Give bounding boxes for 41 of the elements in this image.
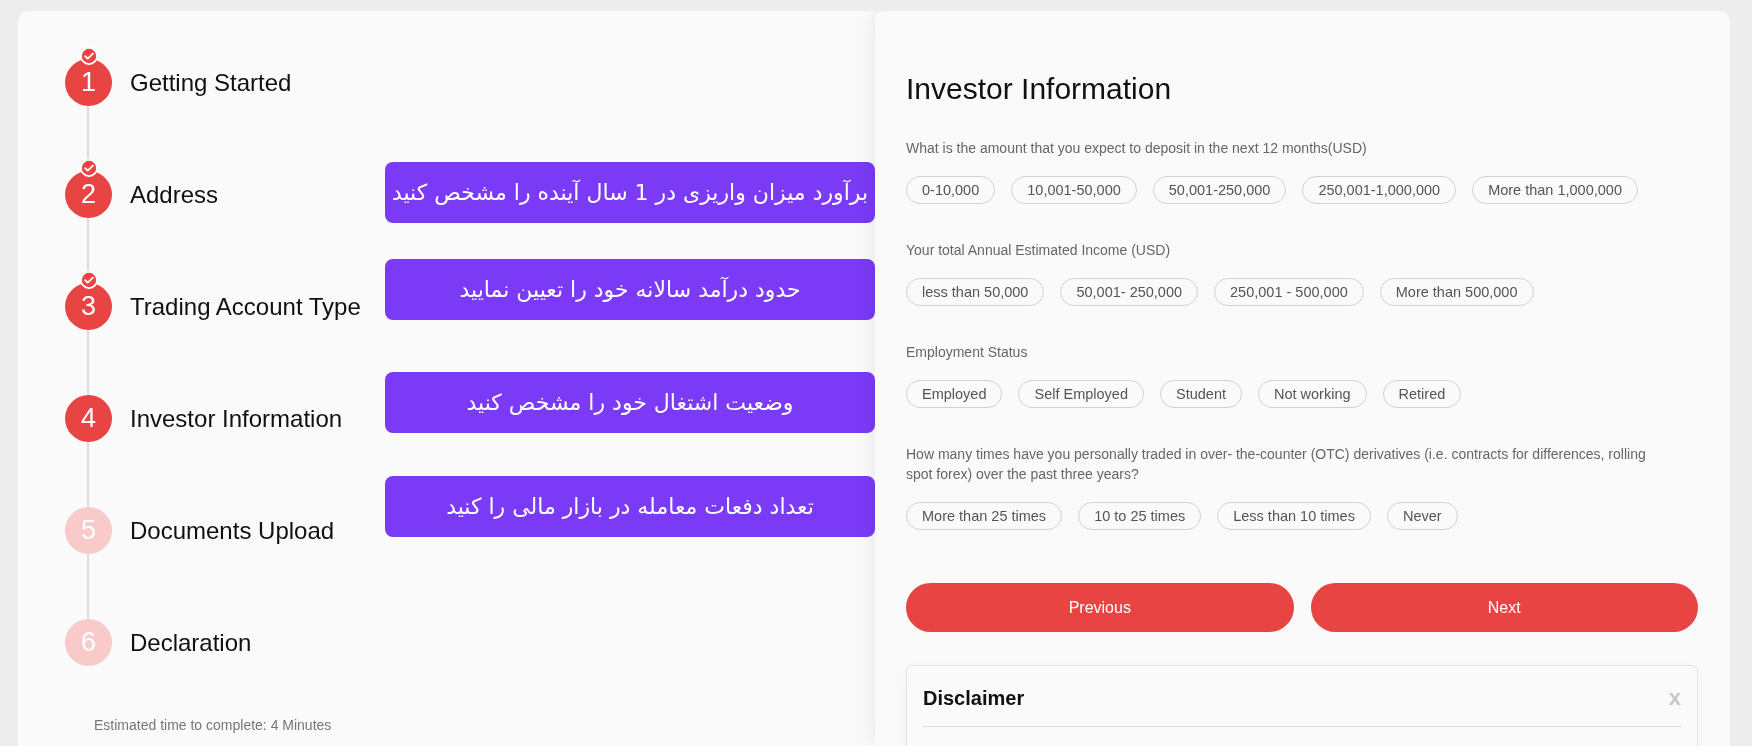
step-label: Getting Started — [130, 68, 292, 97]
option-chip[interactable]: Not working — [1258, 380, 1367, 408]
option-chip[interactable]: Self Employed — [1018, 380, 1144, 408]
previous-button[interactable]: Previous — [906, 583, 1294, 632]
option-chip[interactable]: More than 25 times — [906, 502, 1063, 530]
option-chip[interactable]: More than 500,000 — [1379, 278, 1534, 306]
step-label: Documents Upload — [130, 516, 335, 545]
annotation-banner: وضعیت اشتغال خود را مشخص کنید — [385, 372, 875, 433]
annotation-banner: تعداد دفعات معامله در بازار مالی را کنید — [385, 476, 875, 537]
option-chip[interactable]: less than 50,000 — [906, 278, 1045, 306]
question-label: Employment Status — [906, 343, 1029, 362]
annotation-banner: حدود درآمد سالانه خود را تعیین نمایید — [385, 259, 875, 320]
option-chip[interactable]: 10,001-50,000 — [1011, 176, 1137, 204]
step-label: Investor Information — [130, 404, 343, 433]
option-chip[interactable]: 0-10,000 — [906, 176, 996, 204]
option-chip[interactable]: More than 1,000,000 — [1472, 176, 1638, 204]
step-label: Declaration — [130, 628, 252, 657]
option-chip[interactable]: Retired — [1382, 380, 1462, 408]
option-chip[interactable]: 50,001- 250,000 — [1060, 278, 1199, 306]
question-label: Your total Annual Estimated Income (USD) — [906, 241, 1172, 260]
option-chip[interactable]: Employed — [906, 380, 1003, 408]
step-circle: 2 — [65, 171, 112, 218]
step-circle: 4 — [65, 395, 112, 442]
option-chip[interactable]: 10 to 25 times — [1078, 502, 1202, 530]
option-chip[interactable]: Never — [1386, 502, 1458, 530]
disclaimer-title: Disclaimer — [923, 686, 1025, 710]
step-label: Trading Account Type — [130, 292, 361, 321]
option-chip[interactable]: Student — [1160, 380, 1242, 408]
question-label: How many times have you personally traded in over- the-counter (OTC) derivatives (i.e. contracts for differences, rolling spot forex) over the past three years? — [906, 445, 1647, 484]
step-circle: 1 — [65, 59, 112, 106]
option-chip[interactable]: Less than 10 times — [1217, 502, 1371, 530]
step-label: Address — [130, 180, 219, 209]
option-chip[interactable]: 250,001-1,000,000 — [1302, 176, 1457, 204]
option-chip[interactable]: 250,001 - 500,000 — [1214, 278, 1364, 306]
form-title: Investor Information — [906, 71, 1173, 107]
option-chip[interactable]: 50,001-250,000 — [1152, 176, 1287, 204]
question-label: What is the amount that you expect to deposit in the next 12 months(USD) — [906, 139, 1368, 158]
next-button[interactable]: Next — [1310, 583, 1698, 632]
step-circle: 3 — [65, 283, 112, 330]
estimated-time-text: Estimated time to complete: 4 Minutes — [94, 716, 332, 734]
annotation-banner: برآورد میزان واریزی در 1 سال آینده را مشخص کنید — [385, 162, 875, 223]
